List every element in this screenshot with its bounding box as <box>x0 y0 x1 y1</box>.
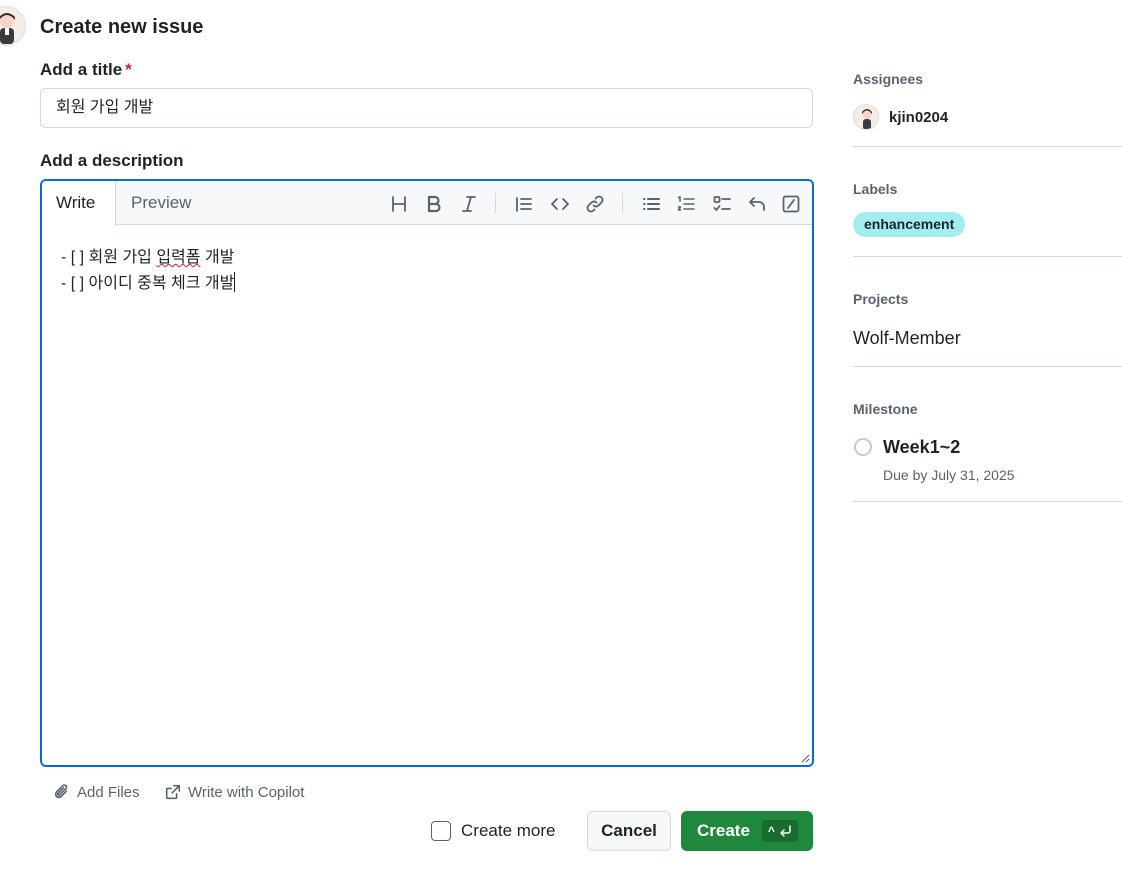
sidebar-divider <box>853 501 1122 502</box>
line-text: 개발 <box>200 249 235 266</box>
add-files-label: Add Files <box>77 783 140 801</box>
heading-icon[interactable] <box>386 191 412 217</box>
description-line: - [ ] 회원 가입 입력폼 개발 <box>61 245 793 271</box>
labels-heading[interactable]: Labels <box>853 181 1122 197</box>
undo-icon[interactable] <box>744 191 770 217</box>
tab-preview[interactable]: Preview <box>117 181 205 225</box>
project-item[interactable]: Wolf-Member <box>853 328 961 349</box>
line-text: - [ ] 회원 가입 <box>61 249 157 266</box>
title-label: Add a title * <box>40 60 132 80</box>
description-editor[interactable]: Write Preview - [] 회원 가입 입력폼 개발 - [] 아… <box>40 179 814 767</box>
tab-write[interactable]: Write <box>42 181 116 226</box>
sidebar-divider <box>853 366 1122 367</box>
milestone-heading[interactable]: Milestone <box>853 401 1122 417</box>
line-text: - [ ] 아이디 중복 체크 개발 <box>61 275 235 292</box>
slash-command-icon[interactable] <box>778 191 804 217</box>
sidebar-divider <box>853 256 1122 257</box>
link-icon[interactable] <box>582 191 608 217</box>
label-badge[interactable]: enhancement <box>853 212 966 237</box>
create-more-option[interactable]: Create more <box>431 821 555 841</box>
user-avatar <box>0 6 26 46</box>
task-list-icon[interactable] <box>709 191 735 217</box>
editor-toolbar: Write Preview <box>42 181 812 226</box>
create-more-checkbox[interactable] <box>431 821 451 841</box>
toolbar-divider <box>495 193 496 213</box>
milestone-due-date: Due by July 31, 2025 <box>883 467 1015 483</box>
text-caret <box>234 272 236 292</box>
write-with-copilot-button[interactable]: Write with Copilot <box>164 783 304 801</box>
sidebar-divider <box>853 146 1122 147</box>
cancel-button[interactable]: Cancel <box>587 811 671 851</box>
resize-handle-icon[interactable] <box>800 753 810 763</box>
page-title: Create new issue <box>40 16 204 38</box>
required-mark: * <box>125 60 132 79</box>
code-icon[interactable] <box>547 191 573 217</box>
assignee-name: kjin0204 <box>889 108 949 126</box>
description-label: Add a description <box>40 151 184 170</box>
create-label: Create <box>697 821 750 840</box>
numbered-list-icon[interactable] <box>673 191 699 217</box>
milestone-title[interactable]: Week1~2 <box>883 437 960 458</box>
create-button[interactable]: Create ^ <box>681 811 813 851</box>
title-label-text: Add a title <box>40 60 123 79</box>
keyboard-shortcut: ^ <box>761 820 798 842</box>
bold-icon[interactable] <box>421 191 447 217</box>
assignee-item[interactable]: kjin0204 <box>853 104 948 130</box>
enter-key-icon <box>780 825 791 837</box>
create-more-label: Create more <box>461 821 556 840</box>
editor-textarea[interactable]: - [ ] 회원 가입 입력폼 개발 - [ ] 아이디 중복 체크 개발 <box>42 225 812 317</box>
milestone-icon <box>854 438 872 456</box>
paperclip-icon <box>54 784 68 799</box>
description-line: - [ ] 아이디 중복 체크 개발 <box>61 271 793 297</box>
title-input[interactable]: 회원 가입 개발 <box>40 88 813 128</box>
toolbar-divider <box>622 193 623 213</box>
quote-icon[interactable] <box>511 191 537 217</box>
assignees-heading[interactable]: Assignees <box>853 71 1122 87</box>
misspelled-word: 입력폼 <box>156 249 201 266</box>
write-with-copilot-label: Write with Copilot <box>188 783 305 801</box>
italic-icon[interactable] <box>456 191 482 217</box>
assignee-avatar <box>853 104 879 130</box>
add-files-button[interactable]: Add Files <box>53 783 140 801</box>
external-link-icon <box>165 784 181 800</box>
projects-heading[interactable]: Projects <box>853 291 1122 307</box>
bulleted-list-icon[interactable] <box>638 191 664 217</box>
ctrl-key: ^ <box>767 824 775 838</box>
